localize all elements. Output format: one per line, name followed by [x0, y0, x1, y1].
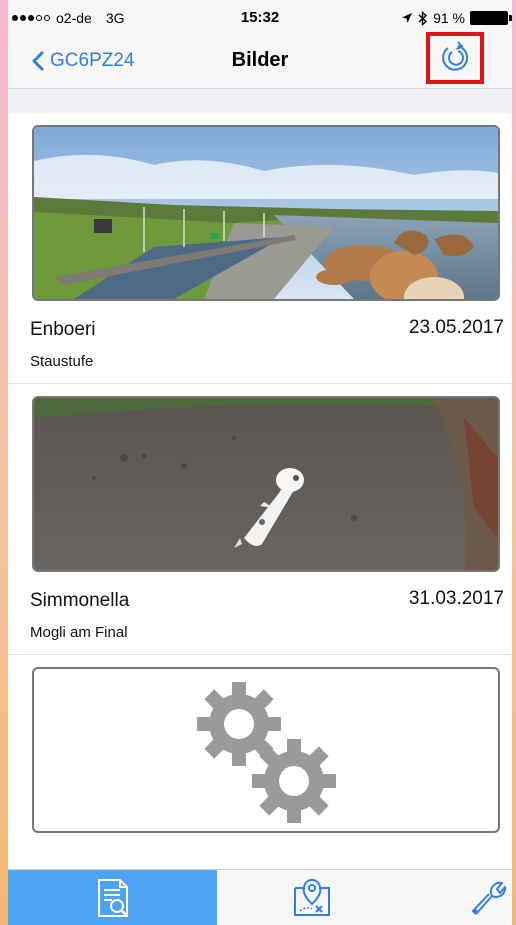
list-item[interactable]: Enboeri 23.05.2017 Staustufe: [8, 113, 512, 384]
section-header-spacer: [8, 89, 512, 113]
map-pin-icon: [294, 879, 330, 916]
ground-photo: [34, 398, 498, 570]
tab-map[interactable]: [217, 870, 407, 925]
location-arrow-icon: [402, 13, 413, 23]
image-date: 31.03.2017: [408, 588, 504, 609]
navigation-bar: GC6PZ24 Bilder: [8, 32, 512, 89]
tab-tools[interactable]: [407, 870, 512, 925]
tab-images[interactable]: [8, 870, 217, 925]
battery-icon: [470, 11, 512, 25]
app-screen: o2-de 3G 15:32 91 % GC6PZ24 Bilder Enboe…: [8, 0, 512, 925]
tab-bar: [8, 869, 512, 925]
refresh-button[interactable]: [426, 32, 484, 84]
refresh-icon: [442, 41, 469, 71]
image-thumbnail[interactable]: [32, 396, 500, 572]
background-frame-left: [0, 0, 8, 925]
document-search-icon: [97, 879, 128, 917]
image-list[interactable]: Enboeri 23.05.2017 Staustufe Simmonella …: [8, 113, 512, 925]
background-frame-right: [512, 0, 516, 925]
battery-percent: 91 %: [433, 10, 465, 26]
image-thumbnail[interactable]: [32, 125, 500, 301]
image-caption: Mogli am Final: [30, 624, 128, 641]
loading-gears-icon: [197, 682, 336, 823]
wrench-icon: [471, 881, 506, 915]
list-item[interactable]: Simmonella 31.03.2017 Mogli am Final: [8, 384, 512, 655]
river-lock-photo: [34, 127, 498, 299]
status-right: 91 %: [401, 10, 512, 26]
status-bar: o2-de 3G 15:32 91 %: [8, 0, 512, 36]
image-author: Enboeri: [30, 319, 96, 340]
image-caption: Staustufe: [30, 353, 94, 370]
bluetooth-icon: [418, 10, 428, 26]
image-date: 23.05.2017: [408, 317, 504, 338]
image-author: Simmonella: [30, 590, 130, 611]
image-loading-placeholder[interactable]: [32, 667, 500, 833]
